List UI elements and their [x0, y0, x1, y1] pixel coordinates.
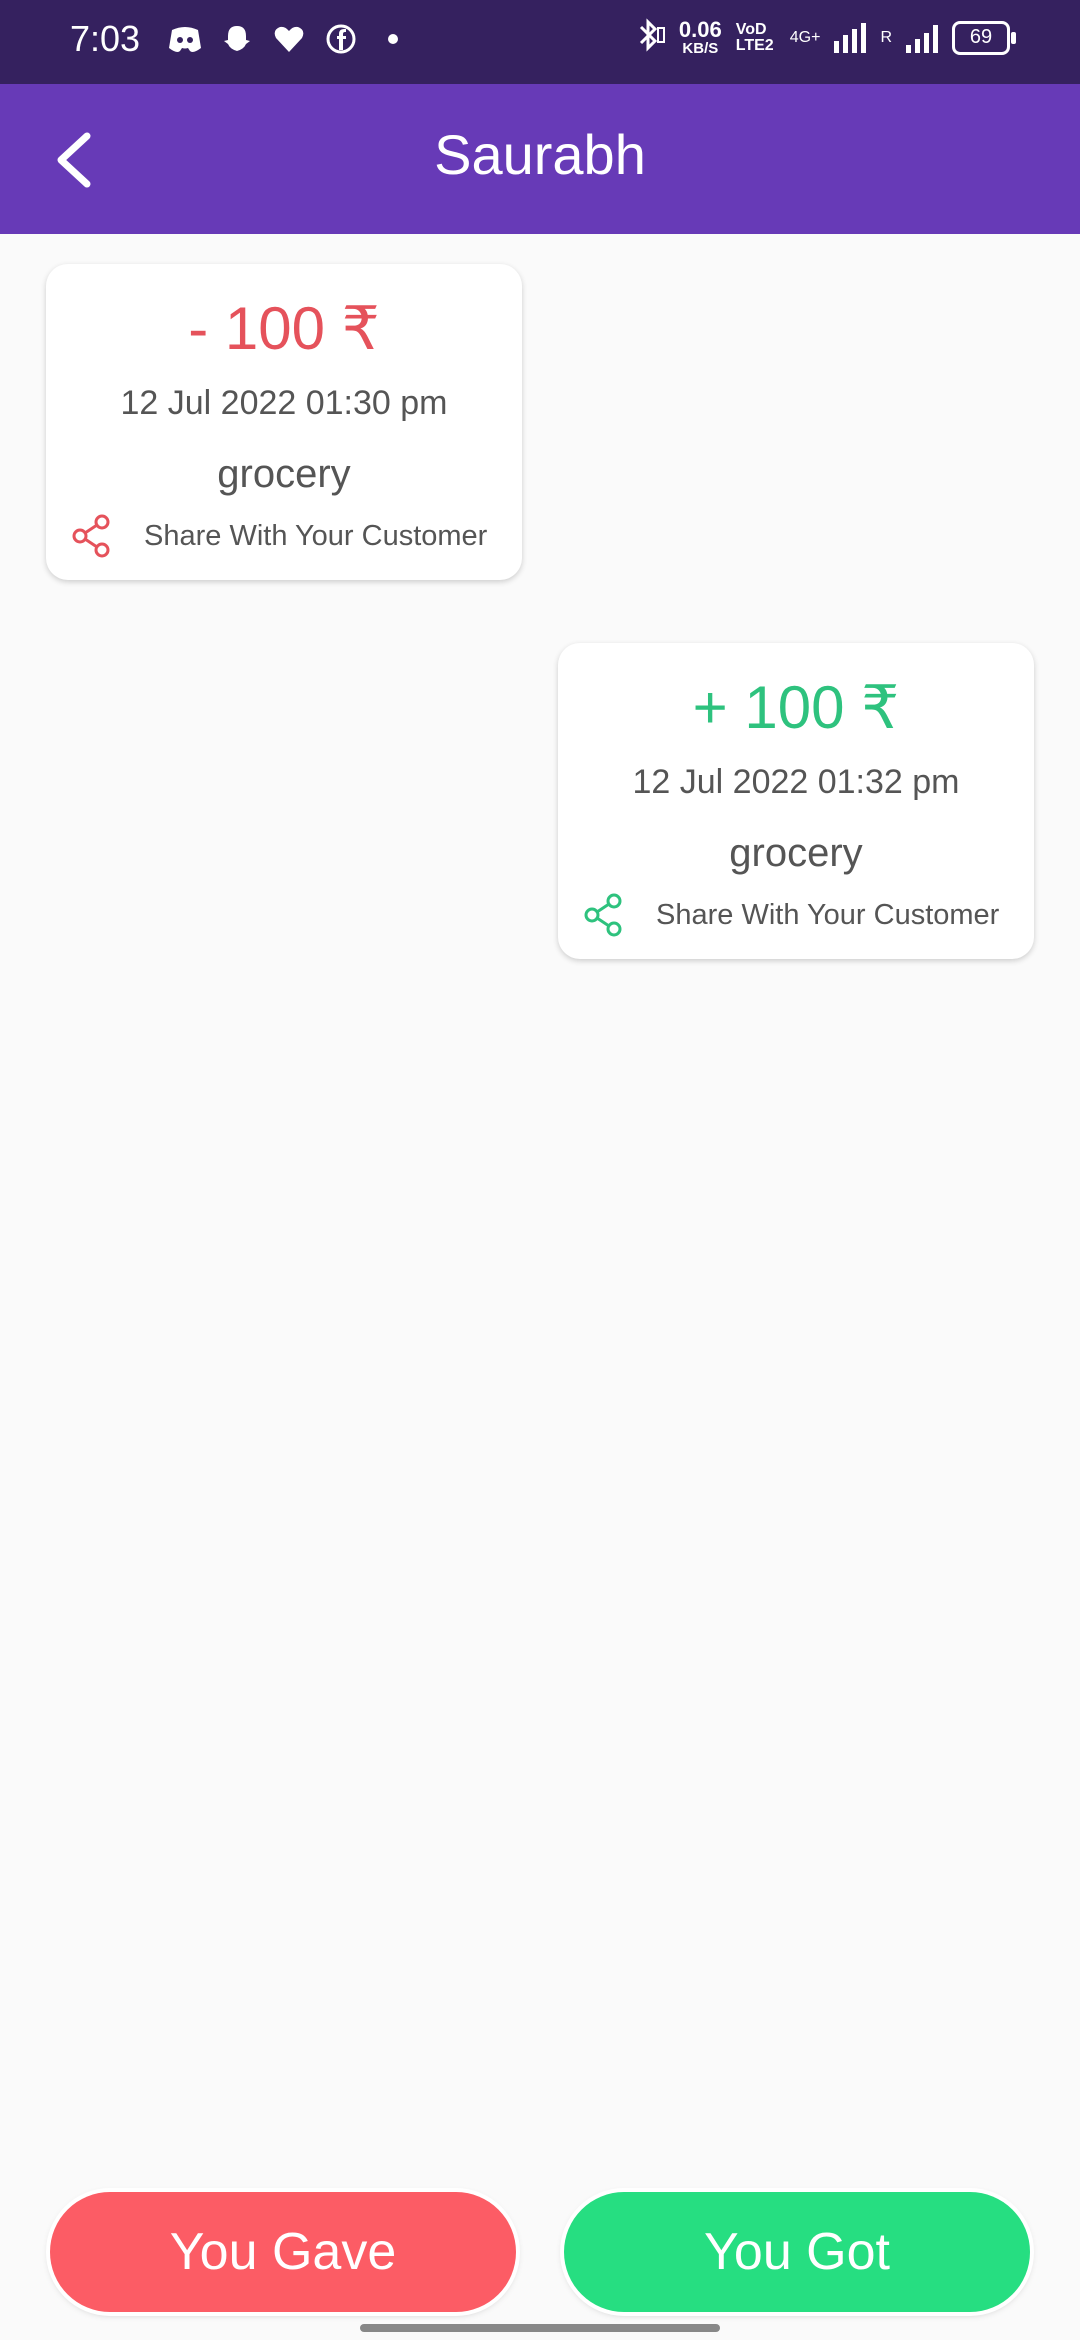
signal-icon-2 [906, 23, 938, 53]
transaction-card-gave[interactable]: - 100 ₹ 12 Jul 2022 01:30 pm grocery Sha… [46, 264, 522, 580]
transaction-amount: - 100 ₹ [188, 295, 380, 362]
share-label: Share With Your Customer [656, 898, 1000, 931]
notification-icons [168, 22, 410, 56]
transaction-card-got[interactable]: + 100 ₹ 12 Jul 2022 01:32 pm grocery Sha… [558, 643, 1034, 959]
status-bar: 7:03 0.06 KB/S VoD LTE2 4G+ R 69 [0, 0, 1080, 84]
gesture-home-bar[interactable] [360, 2324, 720, 2332]
status-time: 7:03 [70, 18, 141, 59]
signal-icon-1 [834, 22, 867, 53]
network-speed-value: 0.06 [678, 16, 722, 42]
page-title: Saurabh [434, 123, 646, 186]
volte-label: VoD LTE2 [735, 20, 774, 54]
battery-icon: 69 [952, 20, 1016, 55]
discord-icon [168, 22, 202, 56]
roaming-label: R [880, 28, 892, 46]
transaction-amount: + 100 ₹ [692, 674, 900, 741]
you-gave-button[interactable]: You Gave [50, 2192, 516, 2312]
network-speed-unit: KB/S [682, 39, 719, 57]
transaction-note: grocery [217, 452, 351, 496]
network-type: 4G+ [789, 28, 821, 46]
share-button[interactable]: Share With Your Customer [70, 514, 487, 558]
share-label: Share With Your Customer [144, 519, 488, 552]
you-got-button[interactable]: You Got [564, 2192, 1030, 2312]
bluetooth-icon [635, 18, 665, 57]
transaction-note: grocery [729, 831, 863, 875]
more-notifications-dot-icon [376, 22, 410, 56]
network-speed: 0.06 KB/S [678, 16, 722, 57]
app-bar: Saurabh [0, 84, 1080, 234]
share-icon [72, 514, 110, 558]
snapchat-icon [220, 22, 254, 56]
battery-level: 69 [969, 26, 993, 48]
share-icon [584, 893, 622, 937]
messenger-heart-icon [272, 22, 306, 56]
transaction-datetime: 12 Jul 2022 01:32 pm [632, 763, 960, 801]
share-button[interactable]: Share With Your Customer [582, 893, 999, 937]
system-icons: 0.06 KB/S VoD LTE2 4G+ R 69 [635, 16, 1016, 57]
facebook-icon [324, 22, 358, 56]
transaction-datetime: 12 Jul 2022 01:30 pm [120, 384, 448, 422]
